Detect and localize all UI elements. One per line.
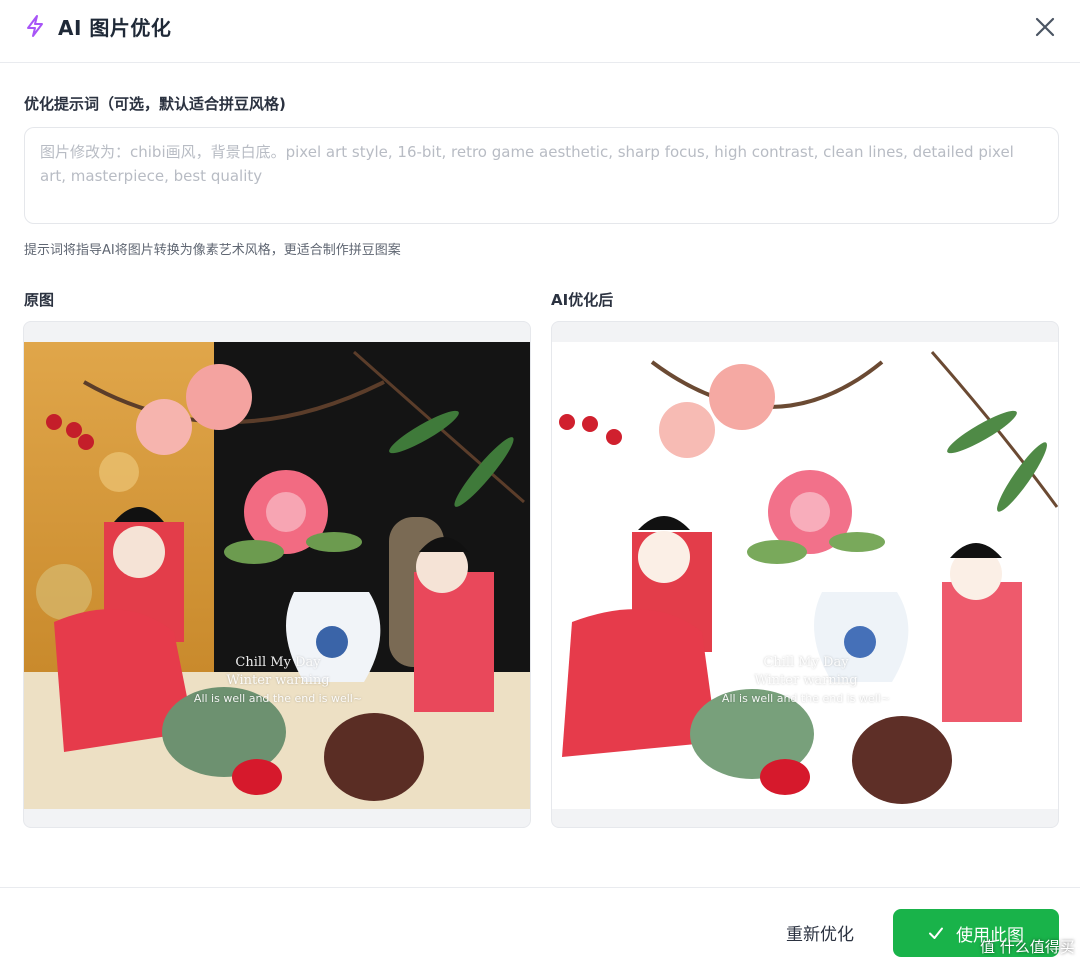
watermark-line: All is well and the end is well~: [721, 692, 891, 705]
optimized-label: AI优化后: [551, 291, 614, 309]
watermark-line: Chill My Day: [763, 655, 849, 670]
optimized-image-panel: Chill My Day Winter warning All is well …: [551, 321, 1059, 828]
watermark-line: Winter warning: [226, 673, 330, 688]
ai-image-optimize-dialog: AI 图片优化 优化提示词（可选，默认适合拼豆风格) 提示词将指导AI将图片转换…: [0, 0, 1080, 970]
watermark-line: All is well and the end is well~: [193, 692, 363, 705]
watermark-line: Chill My Day: [235, 655, 321, 670]
original-label: 原图: [24, 291, 55, 309]
site-watermark: 值 什么值得买: [980, 938, 1075, 956]
lightning-bolt-icon: [27, 15, 43, 37]
prompt-label: 优化提示词（可选，默认适合拼豆风格): [24, 95, 286, 113]
close-icon[interactable]: [1032, 14, 1058, 40]
original-image-panel: Chill My Day Winter warning All is well …: [23, 321, 531, 828]
dialog-title: AI 图片优化: [58, 16, 172, 40]
dialog-footer: 重新优化 使用此图: [0, 887, 1080, 970]
optimized-image: [552, 342, 1058, 809]
dialog-header: AI 图片优化: [0, 0, 1080, 63]
original-image: [24, 342, 530, 809]
check-icon: [929, 927, 943, 939]
prompt-hint: 提示词将指导AI将图片转换为像素艺术风格，更适合制作拼豆图案: [24, 243, 401, 258]
watermark-line: Winter warning: [754, 673, 858, 688]
reoptimize-button[interactable]: 重新优化: [768, 909, 872, 955]
prompt-input[interactable]: [40, 140, 1043, 211]
prompt-box: [24, 127, 1059, 224]
